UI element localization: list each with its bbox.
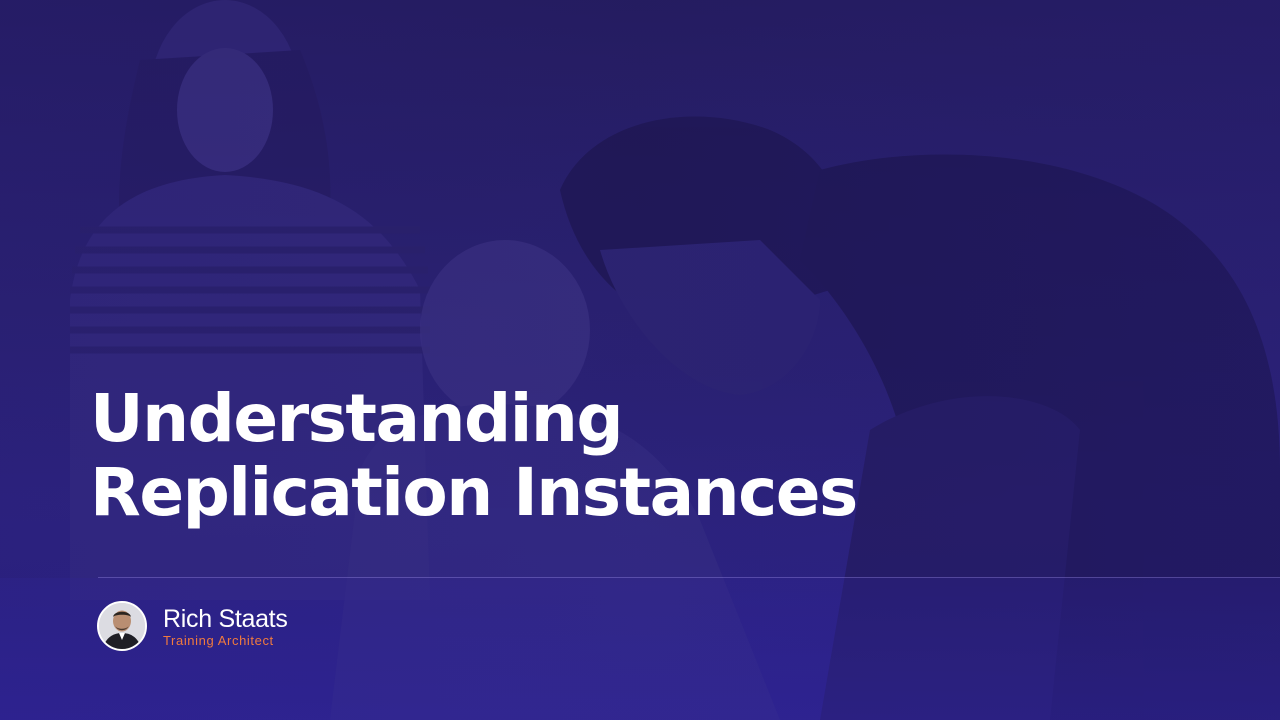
slide-title-line-2: Replication Instances	[90, 454, 858, 531]
divider-line	[98, 577, 1280, 578]
title-slide: Understanding Replication Instances Rich…	[0, 0, 1280, 720]
presenter-card: Rich Staats Training Architect	[97, 601, 288, 651]
presenter-name: Rich Staats	[163, 604, 288, 633]
presenter-role: Training Architect	[163, 632, 274, 648]
presenter-avatar	[97, 601, 147, 651]
person-avatar-icon	[99, 603, 145, 649]
slide-title: Understanding Replication Instances	[90, 382, 990, 530]
slide-title-line-1: Understanding	[90, 380, 624, 457]
presenter-info: Rich Staats Training Architect	[163, 605, 288, 648]
